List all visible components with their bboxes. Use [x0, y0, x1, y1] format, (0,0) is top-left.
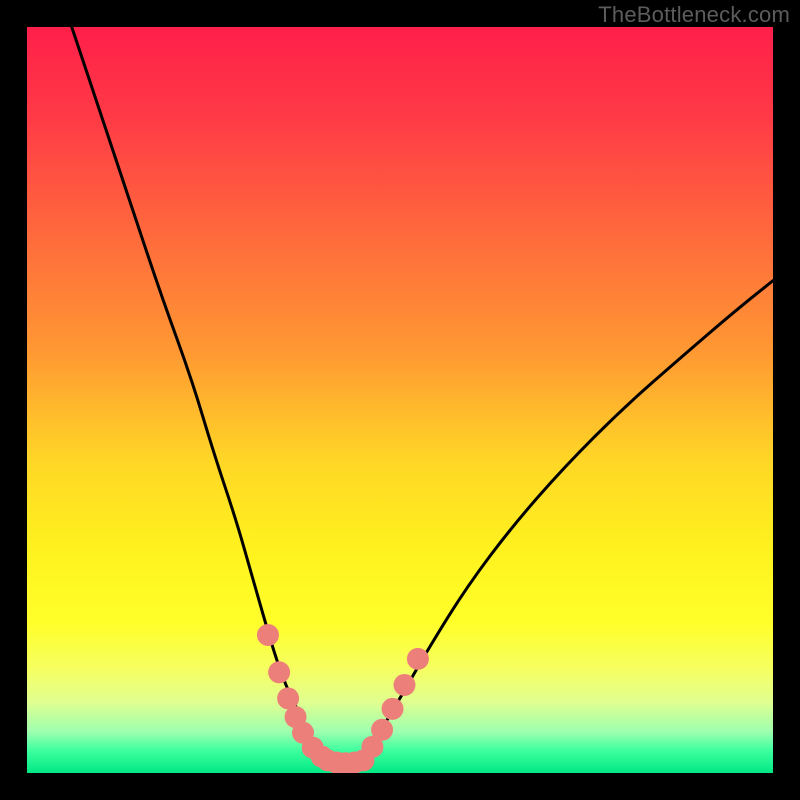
marker-dot [382, 698, 404, 720]
marker-dot [371, 719, 393, 741]
chart-svg [27, 27, 773, 773]
gradient-background [27, 27, 773, 773]
marker-dot [268, 661, 290, 683]
plot-area [27, 27, 773, 773]
marker-dot [407, 648, 429, 670]
marker-dot [393, 674, 415, 696]
chart-frame: TheBottleneck.com [0, 0, 800, 800]
marker-dot [257, 624, 279, 646]
watermark-label: TheBottleneck.com [598, 2, 790, 28]
